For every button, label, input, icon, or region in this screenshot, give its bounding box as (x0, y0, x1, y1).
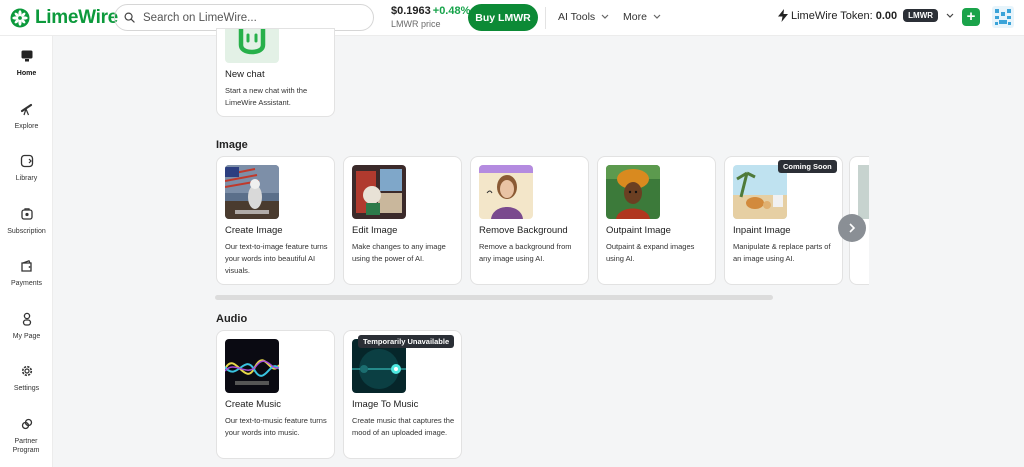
chevron-right-icon (849, 223, 856, 233)
token-symbol-badge: LMWR (903, 9, 939, 22)
temporarily-unavailable-badge: Temporarily Unavailable (358, 335, 455, 348)
card-title: Edit Image (352, 225, 398, 236)
search-input[interactable] (143, 11, 343, 24)
price-value: $0.1963 (391, 5, 431, 17)
search-icon (124, 12, 135, 23)
edit-image-thumbnail (352, 165, 406, 219)
home-monitor-icon (21, 50, 32, 62)
card-description: Remove a background from any image using… (479, 242, 572, 263)
card-title: Outpaint Image (606, 225, 671, 236)
create-music-thumbnail (225, 339, 279, 393)
sidebar-item-label: Payments (10, 280, 43, 287)
remove-background-card[interactable]: Remove Background Remove a background fr… (470, 156, 589, 285)
library-icon (20, 154, 33, 168)
token-value: 0.00 (875, 9, 898, 22)
card-description: Start a new chat with the LimeWire Assis… (225, 86, 308, 107)
card-description: Outpaint & expand images using AI. (606, 242, 695, 263)
top-bar: LimeWire $0.1963+0.48% LMWR price Buy LM… (0, 0, 1024, 36)
gear-icon (21, 365, 32, 377)
lime-logo-icon (10, 8, 30, 28)
sidebar-item-library[interactable]: Library (0, 152, 53, 183)
horizontal-scrollbar[interactable] (215, 295, 773, 300)
limewire-logo[interactable]: LimeWire (10, 7, 118, 29)
outpaint-image-card[interactable]: Outpaint Image Outpaint & expand images … (597, 156, 716, 285)
card-title: Inpaint Image (733, 225, 791, 236)
card-description: Our text-to-image feature turns your wor… (225, 242, 328, 275)
chat-bot-icon (238, 29, 266, 55)
new-chat-card[interactable]: New chat Start a new chat with the LimeW… (216, 28, 335, 117)
create-image-thumbnail (225, 165, 279, 219)
sidebar-item-home[interactable]: Home (0, 47, 53, 78)
user-icon (22, 312, 31, 326)
card-title: Create Music (225, 399, 281, 410)
buy-lmwr-button[interactable]: Buy LMWR (468, 4, 538, 31)
token-label: LimeWire Token: (791, 9, 873, 22)
price-label: LMWR price (391, 19, 441, 29)
sidebar-item-payments[interactable]: Payments (0, 257, 53, 288)
section-title-audio: Audio (216, 313, 248, 325)
carousel-next-button[interactable] (838, 214, 866, 242)
wallet-icon (20, 260, 32, 272)
partner-icon (21, 418, 32, 430)
coming-soon-badge: Coming Soon (778, 160, 837, 173)
more-dropdown[interactable]: More (623, 11, 661, 23)
lmwr-price: $0.1963 +0.48% LMWR price (391, 5, 470, 29)
token-balance[interactable]: LimeWire Token: 0.00 LMWR (778, 9, 954, 22)
chat-thumbnail (225, 29, 279, 63)
inpaint-image-card[interactable]: Inpaint Image Manipulate & replace parts… (724, 156, 843, 285)
chevron-down-icon (946, 13, 954, 18)
sidebar-item-partner-program[interactable]: Partner Program (0, 415, 53, 455)
sidebar-item-label: Explore (14, 123, 39, 130)
sidebar-item-label: Partner Program (12, 438, 40, 454)
price-change: +0.48% (432, 5, 471, 17)
sidebar-item-explore[interactable]: Explore (0, 100, 53, 131)
edit-image-card[interactable]: Edit Image Make changes to any image usi… (343, 156, 462, 285)
search-bar[interactable] (114, 4, 374, 31)
card-title: Remove Background (479, 225, 568, 236)
ai-tools-dropdown[interactable]: AI Tools (558, 11, 609, 23)
sidebar-item-subscription[interactable]: Subscription (0, 205, 53, 236)
card-description: Make changes to any image using the powe… (352, 242, 446, 263)
card-title: Image To Music (352, 399, 419, 410)
sidebar-item-label: My Page (12, 333, 41, 340)
inpaint-image-thumbnail (733, 165, 787, 219)
section-title-image: Image (216, 139, 248, 151)
header-divider (545, 7, 546, 29)
sidebar-item-settings[interactable]: Settings (0, 362, 53, 393)
sidebar-item-label: Library (15, 175, 38, 182)
partial-thumbnail (858, 165, 869, 219)
sidebar-item-label: Subscription (7, 228, 46, 235)
ai-tools-label: AI Tools (558, 11, 596, 23)
card-description: Our text-to-music feature turns your wor… (225, 416, 327, 437)
image-to-music-card[interactable]: Image To Music Create music that capture… (343, 330, 462, 459)
lightning-icon (778, 9, 788, 22)
chevron-down-icon (653, 14, 661, 19)
outpaint-image-thumbnail (606, 165, 660, 219)
brand-name: LimeWire (35, 7, 118, 28)
create-music-card[interactable]: Create Music Our text-to-music feature t… (216, 330, 335, 459)
sidebar-item-my-page[interactable]: My Page (0, 310, 53, 341)
card-description: Create music that captures the mood of a… (352, 416, 455, 437)
remove-background-thumbnail (479, 165, 533, 219)
card-title: Create Image (225, 225, 283, 236)
card-title: New chat (225, 69, 265, 80)
sidebar: Home Explore Library Subscription Paymen… (0, 36, 53, 467)
sidebar-item-label: Settings (13, 385, 40, 392)
avatar[interactable] (992, 6, 1014, 28)
create-image-card[interactable]: Create Image Our text-to-image feature t… (216, 156, 335, 285)
subscription-icon (20, 208, 33, 220)
telescope-icon (20, 103, 32, 116)
sidebar-item-label: Home (16, 70, 37, 77)
create-plus-button[interactable]: + (962, 8, 980, 26)
card-description: Manipulate & replace parts of an image u… (733, 242, 831, 263)
chevron-down-icon (601, 14, 609, 19)
more-label: More (623, 11, 647, 23)
